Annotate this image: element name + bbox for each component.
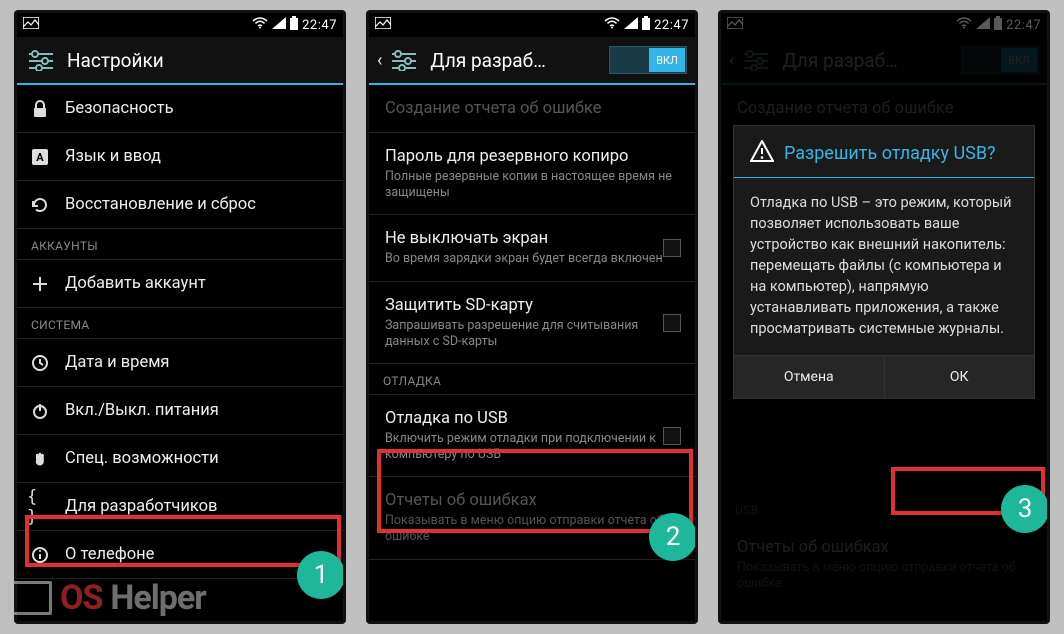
lock-icon — [27, 96, 53, 122]
item-label: Язык и ввод — [65, 147, 329, 166]
header-bar: Настройки — [17, 37, 343, 85]
item-label: Добавить аккаунт — [65, 274, 329, 293]
braces-icon: { } — [27, 494, 53, 520]
cancel-button[interactable]: Отмена — [734, 356, 884, 398]
item-usb-debugging[interactable]: Отладка по USB Включить режим отладки пр… — [369, 395, 695, 477]
picture-icon — [23, 17, 39, 33]
item-label: Не выключать экран — [385, 229, 681, 248]
settings-item-about-phone[interactable]: О телефоне — [17, 531, 343, 579]
item-label: Для разработчиков — [65, 497, 329, 516]
item-sub: Во время зарядки экран будет всегда вклю… — [385, 251, 681, 267]
item-label: Восстановление и сброс — [65, 195, 329, 214]
dialog-body: Отладка по USB – это режим, который позв… — [734, 178, 1034, 355]
power-icon — [27, 398, 53, 424]
checkbox[interactable] — [663, 314, 681, 332]
ok-button[interactable]: ОК — [884, 356, 1035, 398]
phone-screen-2: 22:47 ‹ Для разраб… ВКЛ Создание отчета … — [366, 10, 698, 624]
checkbox[interactable] — [663, 427, 681, 445]
section-header-debug: ОТЛАДКА — [369, 364, 695, 395]
settings-item-security[interactable]: Безопасность — [17, 85, 343, 133]
item-stay-awake[interactable]: Не выключать экран Во время зарядки экра… — [369, 215, 695, 282]
warning-icon — [750, 140, 774, 167]
item-label: Отладка по USB — [385, 409, 681, 428]
item-label: Спец. возможности — [65, 449, 329, 468]
item-sub: Показывать в меню опцию отправки отчета … — [385, 513, 681, 544]
checkbox[interactable] — [663, 239, 681, 257]
settings-sliders-icon — [388, 46, 420, 74]
section-header-accounts: АККАУНТЫ — [17, 229, 343, 260]
plus-icon — [27, 271, 53, 297]
item-bug-report[interactable]: Создание отчета об ошибке — [369, 85, 695, 133]
item-protect-sd[interactable]: Защитить SD-карту Запрашивать разрешение… — [369, 282, 695, 364]
hand-icon — [27, 446, 53, 472]
item-label: Вкл./Выкл. питания — [65, 401, 329, 420]
settings-item-developer-options[interactable]: { } Для разработчиков — [17, 483, 343, 531]
settings-item-accessibility[interactable]: Спец. возможности — [17, 435, 343, 483]
header-bar[interactable]: ‹ Для разраб… ВКЛ — [369, 37, 695, 85]
info-icon — [27, 542, 53, 568]
item-bug-reports-menu[interactable]: Отчеты об ошибках Показывать в меню опци… — [369, 477, 695, 559]
settings-item-add-account[interactable]: Добавить аккаунт — [17, 260, 343, 308]
restore-icon — [27, 192, 53, 218]
item-sub: Полные резервные копии в настоящее время… — [385, 169, 681, 200]
item-label: Создание отчета об ошибке — [385, 99, 681, 118]
item-sub: Запрашивать разрешение для считывания да… — [385, 318, 681, 349]
phone-screen-3: 22:47 ‹ Для разраб… ВКЛ Создание отчета … — [718, 10, 1050, 624]
toggle-knob: ВКЛ — [649, 48, 685, 72]
master-toggle[interactable]: ВКЛ — [609, 46, 687, 74]
item-label: О телефоне — [65, 545, 329, 564]
developer-options-list[interactable]: Создание отчета об ошибке Пароль для рез… — [369, 85, 695, 621]
status-bar: 22:47 — [17, 13, 343, 37]
phone-screen-1: 22:47 Настройки Безопасность A Язык и вв… — [14, 10, 346, 624]
header-title: Настройки — [67, 49, 335, 72]
svg-text:A: A — [36, 151, 44, 164]
item-backup-password[interactable]: Пароль для резервного копиро Полные резе… — [369, 133, 695, 215]
wifi-icon — [604, 17, 620, 33]
picture-icon — [375, 17, 391, 33]
battery-icon — [290, 16, 298, 34]
lang-icon: A — [27, 144, 53, 170]
item-label: Дата и время — [65, 353, 329, 372]
status-bar: 22:47 — [369, 13, 695, 37]
clock-icon — [27, 350, 53, 376]
back-icon[interactable]: ‹ — [377, 50, 382, 71]
item-sub: Включить режим отладки при подключении к… — [385, 431, 681, 462]
item-label: Пароль для резервного копиро — [385, 147, 681, 166]
battery-icon — [642, 16, 650, 34]
section-header-system: СИСТЕМА — [17, 308, 343, 339]
item-label: Отчеты об ошибках — [385, 491, 681, 510]
wifi-icon — [252, 17, 268, 33]
settings-item-backup-reset[interactable]: Восстановление и сброс — [17, 181, 343, 229]
settings-item-language[interactable]: A Язык и ввод — [17, 133, 343, 181]
header-title: Для разраб… — [430, 49, 599, 72]
item-label: Защитить SD-карту — [385, 296, 681, 315]
settings-sliders-icon — [25, 46, 57, 74]
clock-time: 22:47 — [302, 18, 337, 33]
settings-item-power[interactable]: Вкл./Выкл. питания — [17, 387, 343, 435]
item-label: Безопасность — [65, 99, 329, 118]
signal-icon — [272, 17, 286, 33]
settings-list[interactable]: Безопасность A Язык и ввод Восстановлени… — [17, 85, 343, 621]
settings-item-datetime[interactable]: Дата и время — [17, 339, 343, 387]
signal-icon — [624, 17, 638, 33]
dialog-title: Разрешить отладку USB? — [784, 143, 996, 165]
clock-time: 22:47 — [654, 18, 689, 33]
usb-debug-dialog: Разрешить отладку USB? Отладка по USB – … — [733, 125, 1035, 399]
